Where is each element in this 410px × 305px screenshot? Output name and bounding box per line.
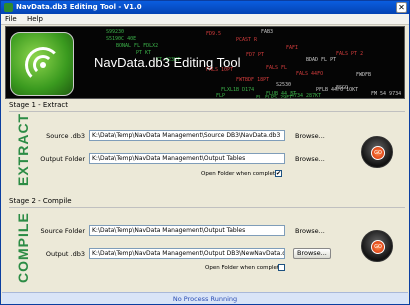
compile-output-browse-button[interactable]: Browse...	[293, 248, 331, 259]
banner-title: NavData.db3 Editing Tool	[94, 55, 241, 70]
app-window: NavData.db3 Editing Tool - V1.0 ✕ File H…	[0, 0, 410, 305]
extract-go-button[interactable]: GO	[361, 136, 393, 168]
stage-compile: Stage 2 - Compile COMPILE Source Folder …	[5, 197, 405, 289]
menu-file[interactable]: File	[1, 14, 21, 25]
stage2-panel: COMPILE Source Folder K:\Data\Temp\NavDa…	[9, 207, 405, 289]
app-icon	[4, 3, 13, 12]
map-label: FALS PT 2	[336, 51, 364, 57]
map-label: FD9.5	[206, 31, 222, 37]
menu-help[interactable]: Help	[23, 14, 47, 25]
output-browse-button[interactable]: Browse...	[295, 155, 325, 163]
map-label: PCAST R	[236, 37, 258, 43]
stage1-panel: EXTRACT Source .db3 K:\Data\Temp\NavData…	[9, 111, 405, 193]
stage1-header: Stage 1 - Extract	[9, 101, 68, 109]
map-label: FSGO	[336, 85, 349, 91]
compile-source-browse-button[interactable]: Browse...	[295, 227, 325, 235]
map-label: FD7 PT	[246, 52, 265, 58]
status-bar: No Process Running	[2, 292, 408, 304]
source-browse-button[interactable]: Browse...	[295, 132, 325, 140]
output-folder-field[interactable]: K:\Data\Temp\NavData Management\Output T…	[89, 153, 285, 164]
map-label: 4734 287KT	[291, 93, 322, 99]
header-banner: S99230 S5190C 40E BONAL FL FDLX2 PT KT KT 42…	[5, 26, 405, 99]
window-title: NavData.db3 Editing Tool - V1.0	[16, 3, 142, 11]
radar-logo	[10, 32, 74, 96]
output-folder-label: Output Folder	[40, 155, 85, 163]
stage1-side-label: EXTRACT	[15, 112, 31, 186]
map-label: BDAD FL PT	[306, 57, 337, 63]
map-label: FWDFB	[356, 72, 372, 78]
title-bar[interactable]: NavData.db3 Editing Tool - V1.0 ✕	[1, 1, 409, 14]
map-label: S2530	[276, 82, 292, 88]
source-folder-label: Source Folder	[40, 227, 85, 235]
stage2-side-label: COMPILE	[15, 212, 31, 283]
source-folder-field[interactable]: K:\Data\Temp\NavData Management\Output T…	[89, 225, 285, 236]
go-icon: GO	[371, 240, 385, 254]
output-db3-label: Output .db3	[45, 250, 85, 258]
open-folder-checkbox[interactable]: ✔	[275, 170, 282, 177]
stage-extract: Stage 1 - Extract EXTRACT Source .db3 K:…	[5, 101, 405, 193]
output-db3-field[interactable]: K:\Data\Temp\NavData Management\Output D…	[89, 248, 285, 259]
map-label: FM 54 9734	[371, 91, 402, 97]
open-folder-checkbox[interactable]	[278, 264, 285, 271]
menu-bar: File Help	[1, 14, 409, 25]
source-db3-field[interactable]: K:\Data\Temp\NavData Management\Source D…	[89, 130, 285, 141]
map-label: S5190C 40E	[106, 36, 137, 42]
source-db3-label: Source .db3	[46, 132, 85, 140]
stage2-header: Stage 2 - Compile	[9, 197, 72, 205]
map-label: FALS 44FO	[296, 71, 324, 77]
map-label: FWTBDF 18PT	[236, 77, 270, 83]
map-label: BONAL FL FDLX2	[116, 43, 159, 49]
go-icon: GO	[371, 146, 385, 160]
map-label: FALS FL	[266, 65, 288, 71]
open-folder-label: Open Folder when complete	[201, 171, 279, 177]
open-folder-label: Open Folder when complete	[205, 265, 283, 271]
compile-go-button[interactable]: GO	[361, 230, 393, 262]
map-label: S99230	[106, 29, 125, 35]
map-label: FL FLPS 29FT	[256, 95, 293, 99]
map-label: FLP	[216, 93, 226, 99]
map-label: FLXL1B D174	[221, 87, 255, 93]
radar-center-icon	[40, 62, 46, 68]
map-label: FAB3	[261, 29, 274, 35]
map-label: FAFI	[286, 45, 299, 51]
close-button[interactable]: ✕	[396, 2, 407, 13]
